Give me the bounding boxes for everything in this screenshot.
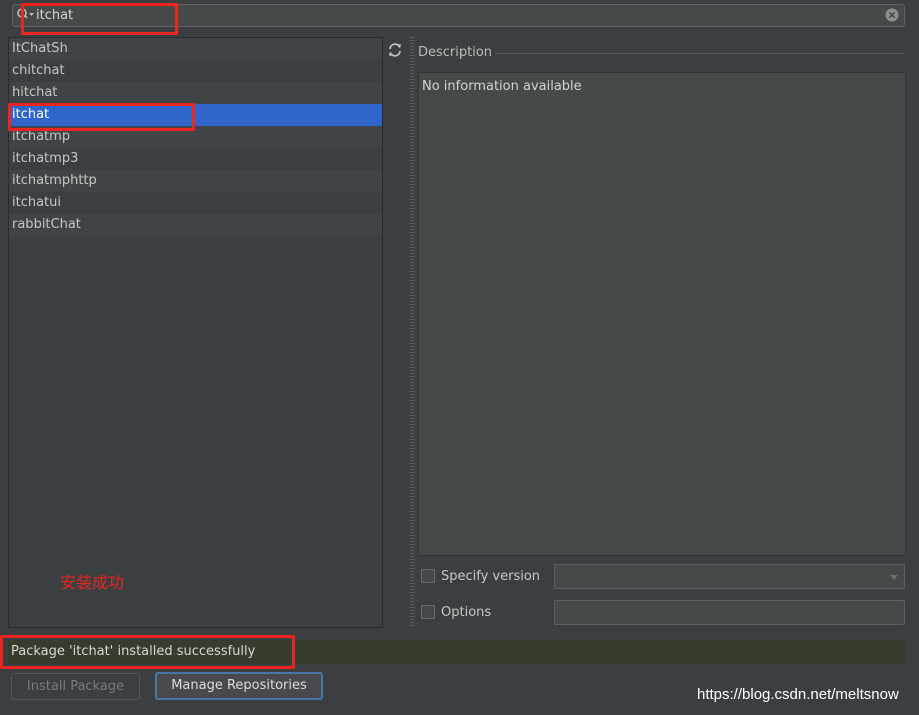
install-package-button[interactable]: Install Package — [11, 673, 140, 700]
options-input[interactable] — [554, 600, 905, 625]
list-item[interactable]: chitchat — [9, 60, 383, 82]
clear-icon[interactable] — [885, 8, 899, 22]
watermark: https://blog.csdn.net/meltsnow — [697, 686, 899, 703]
specify-version-label[interactable]: Specify version — [441, 569, 540, 585]
list-item[interactable]: hitchat — [9, 82, 383, 104]
chevron-down-icon[interactable] — [889, 572, 899, 582]
list-item[interactable]: rabbitChat — [9, 214, 383, 236]
options-checkbox[interactable] — [421, 605, 435, 619]
manage-repositories-button[interactable]: Manage Repositories — [155, 672, 323, 700]
specify-version-checkbox[interactable] — [421, 569, 435, 583]
highlight-box — [8, 103, 195, 131]
list-item[interactable]: ItChatSh — [9, 38, 383, 60]
list-toolbar — [382, 37, 410, 628]
highlight-box — [0, 635, 295, 669]
description-area — [418, 72, 906, 556]
description-text: No information available — [422, 79, 582, 94]
panel-splitter[interactable] — [410, 37, 415, 628]
version-select[interactable] — [554, 564, 905, 589]
list-item[interactable]: itchatmp3 — [9, 148, 383, 170]
description-separator — [495, 53, 905, 54]
highlight-box — [21, 3, 178, 35]
install-success-annotation: 安装成功 — [60, 573, 125, 592]
options-label[interactable]: Options — [441, 605, 491, 621]
list-item[interactable]: itchatui — [9, 192, 383, 214]
refresh-icon[interactable] — [387, 42, 403, 58]
list-item[interactable]: itchatmphttp — [9, 170, 383, 192]
description-title: Description — [418, 45, 493, 60]
